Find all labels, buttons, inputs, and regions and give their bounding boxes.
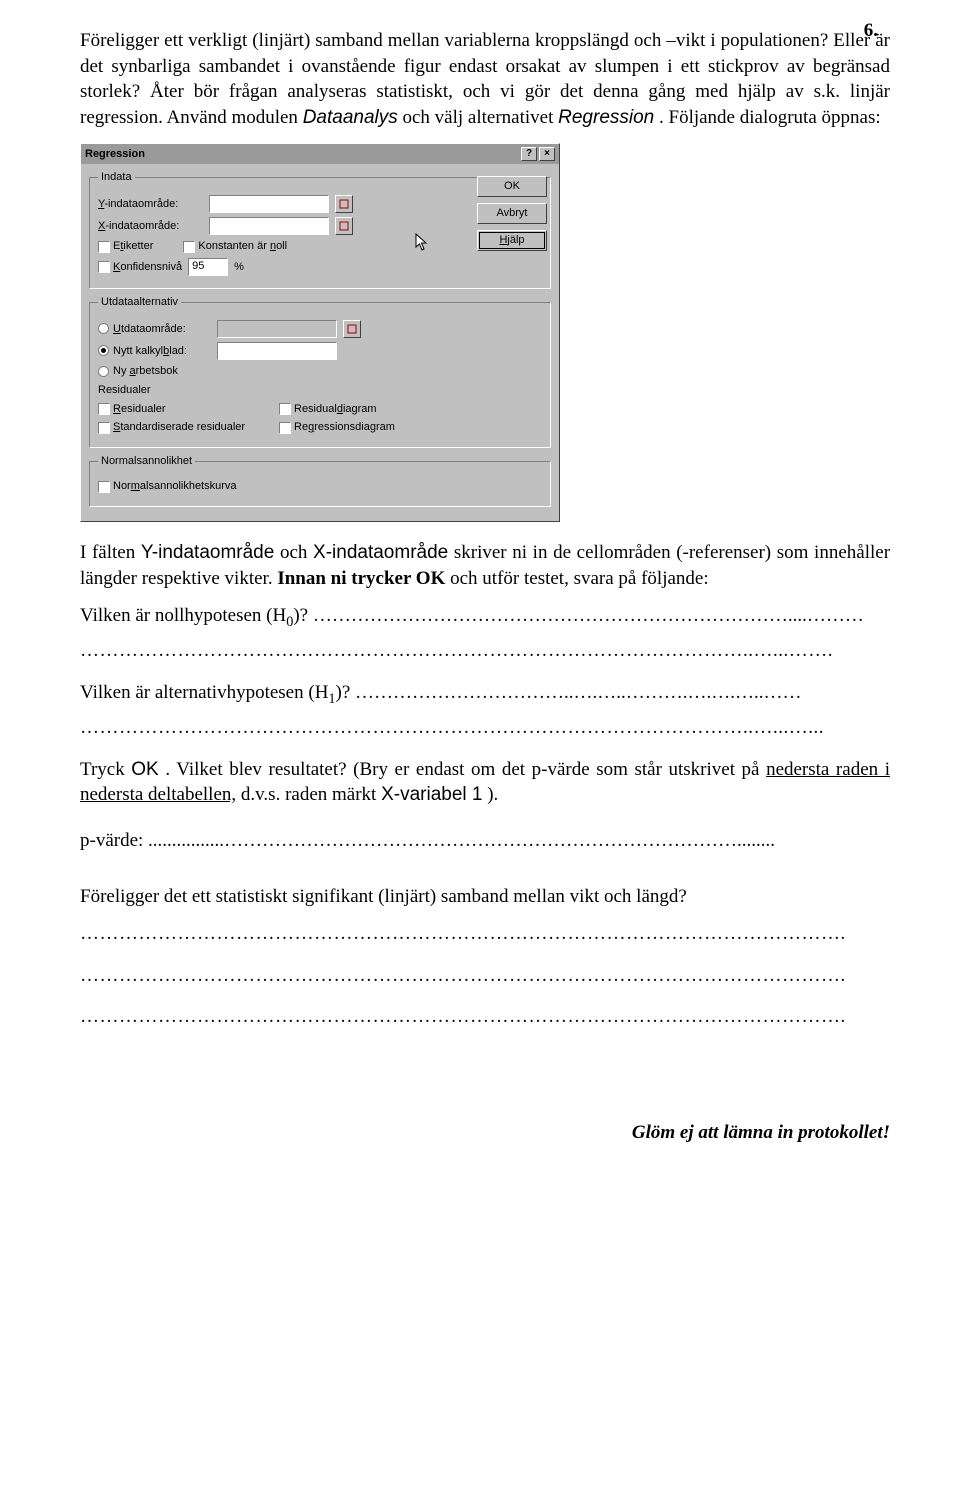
field-y-name: Y-indataområde bbox=[141, 542, 274, 563]
regression-diagram-checkbox[interactable]: Regressionsdiagram bbox=[279, 420, 395, 435]
p3b: . Vilket blev resultatet? (Bry er endast… bbox=[165, 759, 766, 780]
dialog-title: Regression bbox=[85, 147, 145, 162]
x-range-input[interactable] bbox=[209, 217, 329, 235]
normal-plot-checkbox[interactable]: Normalsannolikhetskurva bbox=[98, 479, 237, 494]
y-range-selector-icon[interactable] bbox=[335, 195, 353, 213]
before-ok-bold: Innan ni trycker OK bbox=[277, 568, 445, 589]
regression-dialog: Regression ? × Indata Y-indataområde: X-… bbox=[80, 143, 560, 522]
q1-line: …………………………………………………………………………………………..…...… bbox=[80, 638, 890, 664]
footer-note: Glöm ej att lämna in protokollet! bbox=[80, 1120, 890, 1146]
residual-diagram-checkbox[interactable]: Residualdiagram bbox=[279, 402, 377, 417]
ok-button[interactable]: OK bbox=[477, 176, 547, 197]
confidence-input[interactable]: 95 bbox=[188, 258, 228, 276]
p3a: Tryck bbox=[80, 759, 131, 780]
page-number: 6. bbox=[864, 18, 878, 44]
outdata-legend: Utdataalternativ bbox=[98, 295, 181, 310]
new-book-radio[interactable]: Ny arbetsbok bbox=[98, 364, 178, 379]
close-icon[interactable]: × bbox=[539, 147, 555, 161]
fields-text-b: och bbox=[280, 542, 313, 563]
p3-var: X-variabel 1 bbox=[381, 784, 482, 805]
q2: Vilken är alternativhypotesen (H1)? …………… bbox=[80, 680, 890, 709]
p3d: ). bbox=[487, 784, 498, 805]
std-residuals-checkbox[interactable]: Standardiserade residualer bbox=[98, 420, 253, 435]
q1: Vilken är nollhypotesen (H0)? …………………………… bbox=[80, 603, 890, 632]
confidence-checkbox[interactable]: Konfidensnivå bbox=[98, 260, 182, 275]
final-line-3: ………………………………………………………………………………………………………. bbox=[80, 1004, 890, 1030]
new-sheet-radio[interactable]: Nytt kalkylblad: bbox=[98, 344, 211, 359]
percent-label: % bbox=[234, 260, 244, 275]
const-zero-checkbox[interactable]: Konstanten är noll bbox=[183, 239, 287, 254]
residuals-checkbox[interactable]: Residualer bbox=[98, 402, 253, 417]
press-ok-paragraph: Tryck OK . Vilket blev resultatet? (Bry … bbox=[80, 757, 890, 808]
pvalue-line: p-värde: ................………………………………………… bbox=[80, 828, 890, 854]
final-line-1: ………………………………………………………………………………………………………. bbox=[80, 921, 890, 947]
outdata-group: Utdataalternativ Utdataområde: Nytt kalk… bbox=[89, 295, 551, 448]
fields-text-a: I fälten bbox=[80, 542, 141, 563]
out-range-input bbox=[217, 320, 337, 338]
final-question: Föreligger det ett statistiskt signifika… bbox=[80, 884, 890, 910]
final-line-2: ………………………………………………………………………………………………………. bbox=[80, 963, 890, 989]
module-name: Dataanalys bbox=[303, 107, 398, 128]
q1-tail: )? …………………………………………………………………....……… bbox=[293, 605, 864, 626]
intro-text-c: . Följande dialogruta öppnas: bbox=[659, 107, 881, 128]
normal-legend: Normalsannolikhet bbox=[98, 454, 195, 469]
field-x-name: X-indataområde bbox=[313, 542, 448, 563]
x-range-selector-icon[interactable] bbox=[335, 217, 353, 235]
y-range-label: Y-indataområde: bbox=[98, 197, 203, 212]
indata-legend: Indata bbox=[98, 170, 135, 185]
new-sheet-input[interactable] bbox=[217, 342, 337, 360]
y-range-input[interactable] bbox=[209, 195, 329, 213]
normal-group: Normalsannolikhet Normalsannolikhetskurv… bbox=[89, 454, 551, 507]
p3c: d.v.s. raden märkt bbox=[241, 784, 381, 805]
fields-text-d: och utför testet, svara på följande: bbox=[450, 568, 709, 589]
out-range-selector-icon[interactable] bbox=[343, 320, 361, 338]
q2-line: …………………………………………………………………………………………..…...… bbox=[80, 715, 890, 741]
labels-checkbox[interactable]: Etiketter bbox=[98, 239, 153, 254]
help-button[interactable]: Hjälp bbox=[477, 230, 547, 251]
q2-tail: )? ……………………………..….…..……….….….…..…… bbox=[336, 682, 802, 703]
titlebar: Regression ? × bbox=[81, 144, 559, 165]
alt-name: Regression bbox=[558, 107, 654, 128]
p3-ok: OK bbox=[131, 759, 158, 780]
cancel-button[interactable]: Avbryt bbox=[477, 203, 547, 224]
out-range-radio[interactable]: Utdataområde: bbox=[98, 322, 211, 337]
intro-paragraph: Föreligger ett verkligt (linjärt) samban… bbox=[80, 28, 890, 131]
help-icon[interactable]: ? bbox=[521, 147, 537, 161]
x-range-label: X-indataområde: bbox=[98, 219, 203, 234]
q2-sub: 1 bbox=[328, 691, 335, 707]
q2-text: Vilken är alternativhypotesen (H bbox=[80, 682, 328, 703]
fields-paragraph: I fälten Y-indataområde och X-indataområ… bbox=[80, 540, 890, 591]
intro-text-b: och välj alternativet bbox=[403, 107, 559, 128]
q1-text: Vilken är nollhypotesen (H bbox=[80, 605, 286, 626]
